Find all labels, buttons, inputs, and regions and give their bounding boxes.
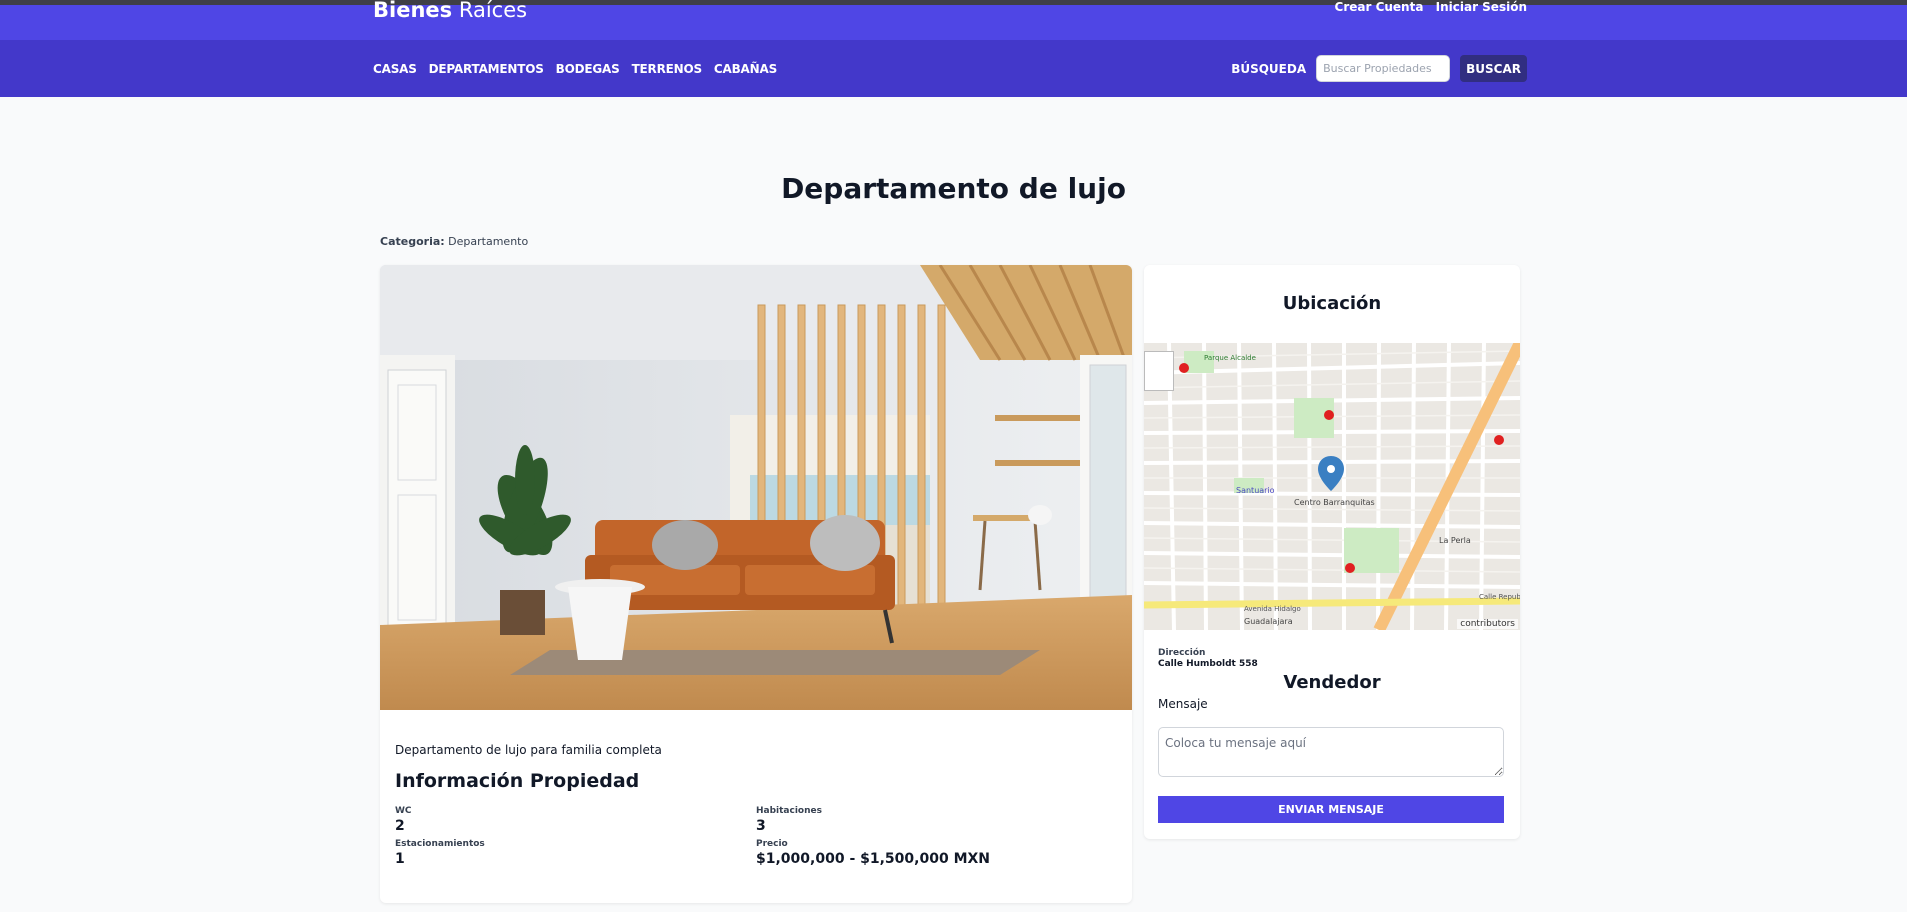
brand-bold: Bienes: [373, 0, 453, 22]
page-title: Departamento de lujo: [781, 172, 1126, 205]
stat-label: Habitaciones: [756, 806, 822, 816]
address-value: Calle Humboldt 558: [1158, 659, 1258, 669]
location-title: Ubicación: [1282, 293, 1382, 314]
info-title: Información Propiedad: [395, 770, 640, 792]
main-navbar: CASAS DEPARTAMENTOS BODEGAS TERRENOS CAB…: [0, 40, 1907, 97]
message-label: Mensaje: [1158, 697, 1208, 711]
map-attribution[interactable]: contributors: [1457, 619, 1518, 629]
category-value: Departamento: [448, 235, 529, 248]
map-label-perla: La Perla: [1439, 536, 1471, 545]
brand-light: Raíces: [458, 0, 528, 22]
message-input[interactable]: [1158, 727, 1504, 777]
map-label-republica: Calle Repub: [1479, 593, 1520, 601]
login-link[interactable]: Iniciar Sesión: [1436, 0, 1527, 14]
nav-departamentos[interactable]: DEPARTAMENTOS: [429, 62, 544, 76]
stat-value: $1,000,000 - $1,500,000 MXN: [756, 851, 991, 867]
site-header: Bienes Raíces Crear Cuenta Iniciar Sesió…: [0, 0, 1907, 40]
property-description: Departamento de lujo para familia comple…: [395, 743, 662, 757]
nav-cabanas[interactable]: CABAÑAS: [714, 62, 777, 76]
map-label-hidalgo: Avenida Hidalgo: [1244, 605, 1301, 613]
seller-title: Vendedor: [1283, 672, 1381, 693]
stat-estacionamientos: Estacionamientos 1: [395, 839, 485, 867]
sidebar-card: Ubicación Parque Alcalde Santuario Centr…: [1144, 265, 1520, 839]
search-label: BÚSQUEDA: [1231, 61, 1307, 76]
stat-precio: Precio $1,000,000 - $1,500,000 MXN: [756, 839, 990, 867]
auth-links: Crear Cuenta Iniciar Sesión: [1327, 0, 1527, 14]
stat-habitaciones: Habitaciones 3: [756, 806, 822, 834]
send-message-button[interactable]: ENVIAR MENSAJE: [1158, 796, 1504, 823]
category-nav: CASAS DEPARTAMENTOS BODEGAS TERRENOS CAB…: [373, 40, 777, 97]
property-image: [380, 265, 1132, 710]
nav-bodegas[interactable]: BODEGAS: [556, 62, 620, 76]
map-label-santuario: Santuario: [1236, 486, 1275, 495]
map-label-centro: Centro Barranquitas: [1294, 498, 1375, 507]
nav-terrenos[interactable]: TERRENOS: [632, 62, 703, 76]
search-form: BÚSQUEDA BUSCAR: [1231, 40, 1527, 97]
search-button[interactable]: BUSCAR: [1460, 55, 1527, 82]
stat-label: Precio: [756, 839, 788, 849]
create-account-link[interactable]: Crear Cuenta: [1335, 0, 1424, 14]
property-category: Categoria: Departamento: [380, 235, 528, 248]
map-label-guadalajara: Guadalajara: [1244, 617, 1293, 626]
search-input[interactable]: [1316, 55, 1451, 82]
nav-casas[interactable]: CASAS: [373, 62, 417, 76]
property-card: Departamento de lujo para familia comple…: [380, 265, 1132, 903]
stat-label: Estacionamientos: [395, 839, 485, 849]
stat-wc: WC 2: [395, 806, 412, 834]
stat-value: 2: [395, 818, 405, 834]
map-tiles: Parque Alcalde Santuario Centro Barranqu…: [1144, 343, 1520, 630]
address-label: Dirección: [1158, 648, 1206, 658]
stat-value: 1: [395, 851, 405, 867]
stat-value: 3: [756, 818, 766, 834]
location-map[interactable]: Parque Alcalde Santuario Centro Barranqu…: [1144, 343, 1520, 630]
map-label-park: Parque Alcalde: [1204, 354, 1256, 362]
category-label: Categoria:: [380, 235, 445, 248]
map-zoom-control[interactable]: [1144, 351, 1174, 391]
site-logo[interactable]: Bienes Raíces: [373, 0, 527, 22]
stat-label: WC: [395, 806, 412, 816]
